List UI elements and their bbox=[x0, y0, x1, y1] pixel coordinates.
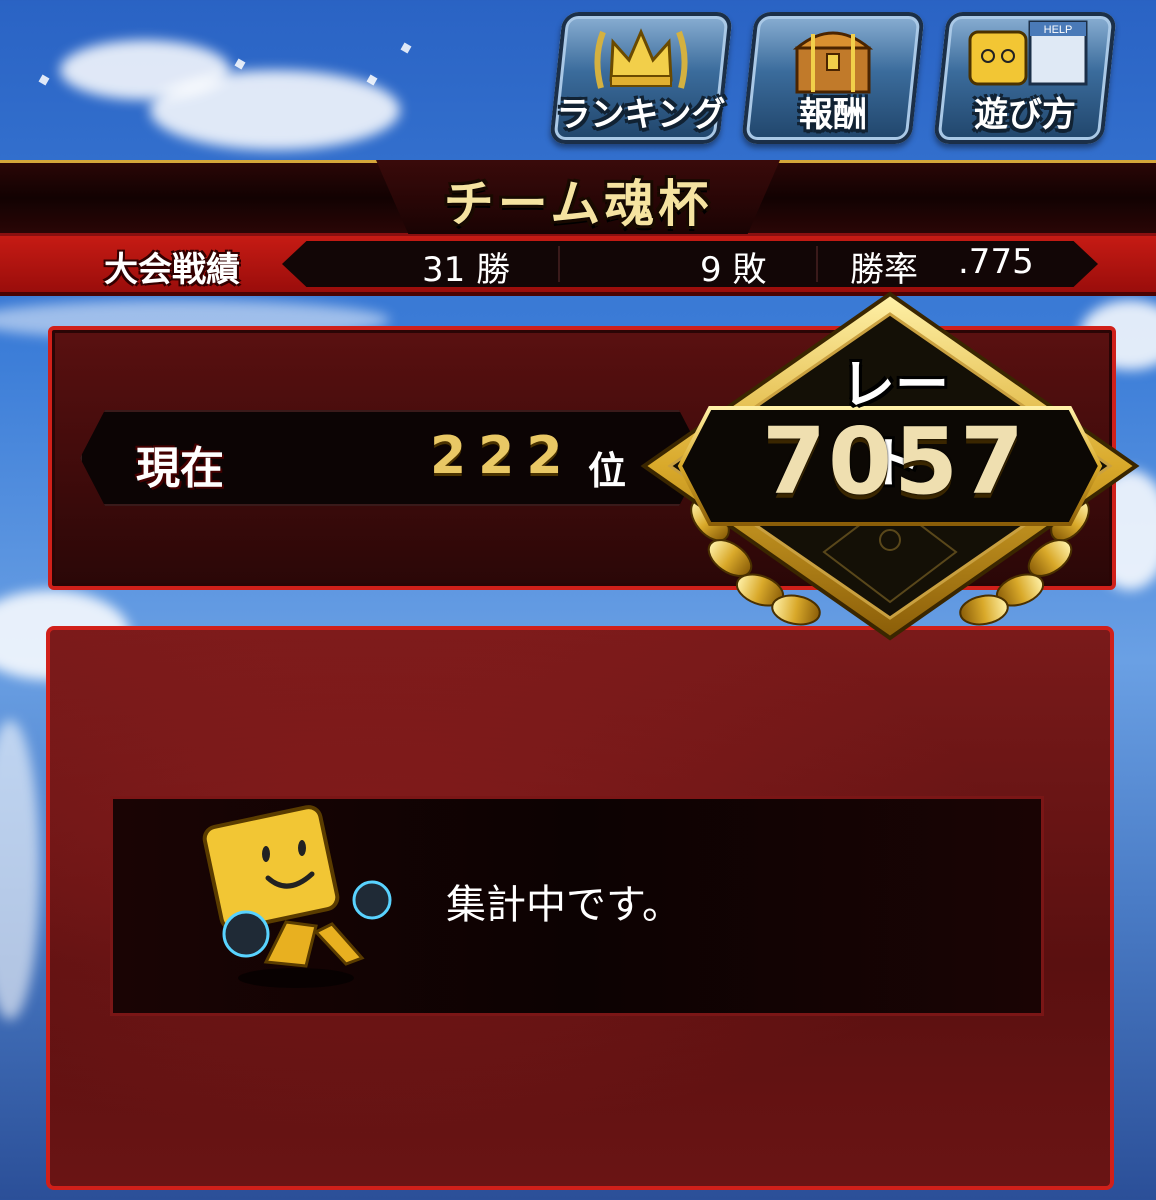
how-to-play-button-label: 遊び方 bbox=[974, 95, 1076, 135]
win-rate-value: .775 bbox=[958, 242, 1034, 282]
event-title: チーム魂杯 bbox=[443, 175, 713, 233]
win-rate-label: 勝率 bbox=[850, 250, 918, 290]
rank-unit: 位 bbox=[588, 449, 627, 493]
confetti bbox=[38, 74, 50, 86]
ranking-button-label: ランキング bbox=[556, 95, 726, 135]
mascot-character-icon bbox=[196, 782, 406, 992]
rank-label: 現在 bbox=[136, 443, 224, 494]
how-to-play-button[interactable]: HELP 遊び方 bbox=[933, 12, 1117, 144]
rewards-button-label: 報酬 bbox=[799, 95, 867, 135]
record-label: 大会戦績 bbox=[104, 250, 240, 290]
record-divider bbox=[558, 246, 560, 282]
losses-count: 9 敗 bbox=[700, 250, 767, 290]
rate-value: 7057 bbox=[761, 408, 1027, 515]
cloud bbox=[0, 720, 40, 1020]
cloud bbox=[150, 70, 400, 150]
confetti bbox=[234, 58, 246, 70]
rewards-button[interactable]: 報酬 bbox=[741, 12, 925, 144]
confetti bbox=[400, 42, 412, 54]
message-text: 集計中です。 bbox=[446, 882, 682, 928]
help-badge: HELP bbox=[1044, 24, 1073, 36]
ranking-button[interactable]: ランキング bbox=[549, 12, 733, 144]
rank-value: 222 bbox=[430, 426, 575, 486]
record-divider bbox=[816, 246, 818, 282]
wins-count: 31 勝 bbox=[422, 250, 511, 290]
